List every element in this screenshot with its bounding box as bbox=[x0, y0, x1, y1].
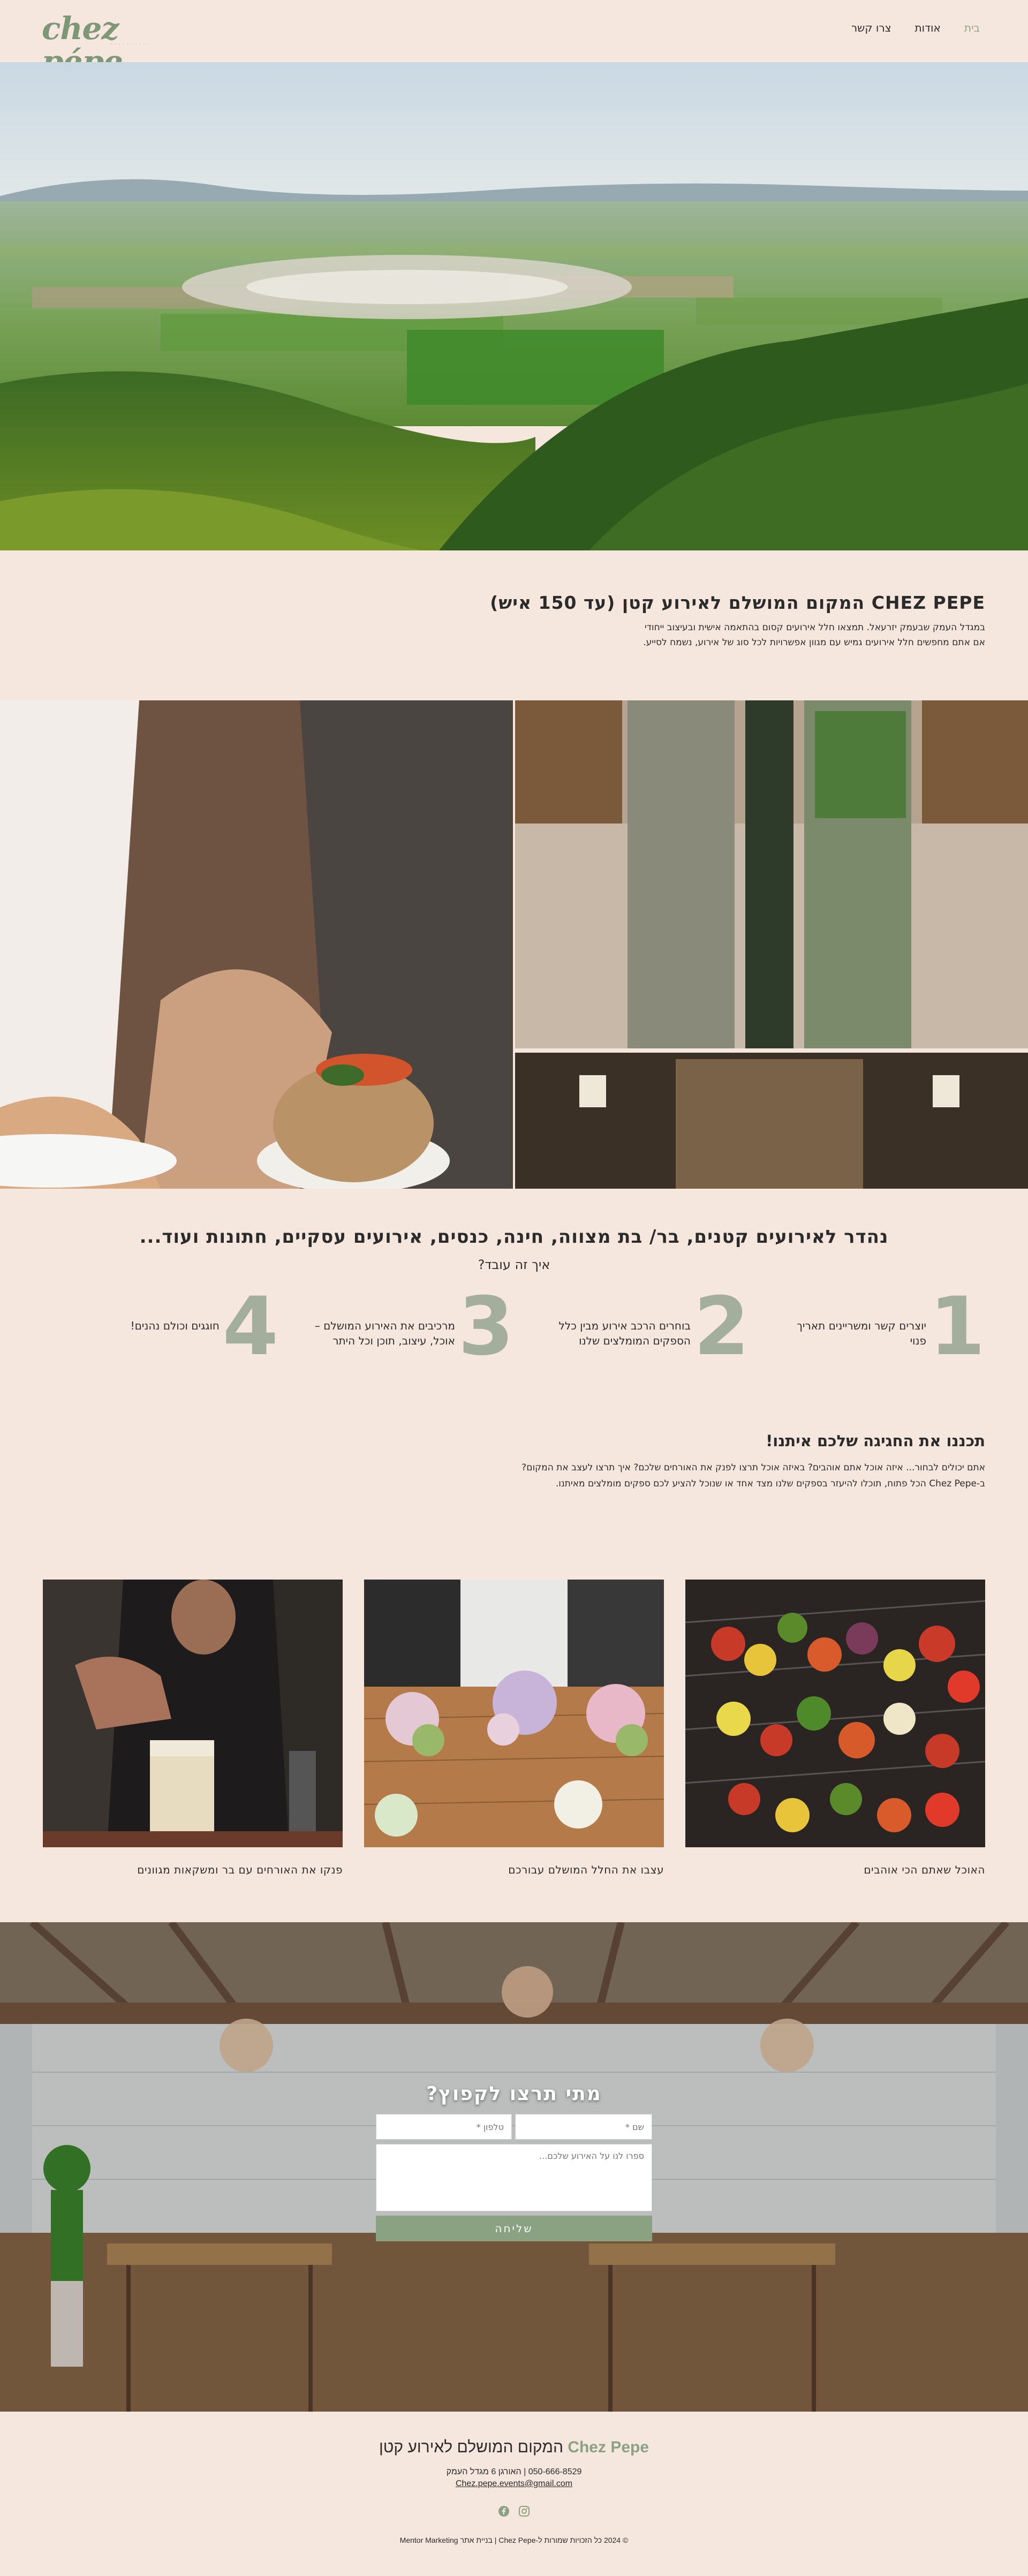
contact-title: מתי תרצו לקפוץ? bbox=[426, 2083, 602, 2105]
process-step-4: 4 חוגגים וכולם נהנים! bbox=[54, 1280, 278, 1373]
gallery-section bbox=[0, 700, 1028, 1189]
card-food: האוכל שאתם הכי אוהבים bbox=[685, 1580, 985, 1876]
process-step-1: 1 יוצרים קשר ומשריינים תאריך פנוי bbox=[760, 1280, 985, 1373]
message-textarea[interactable] bbox=[376, 2144, 652, 2211]
step-number: 3 bbox=[458, 1280, 514, 1373]
phone-input[interactable] bbox=[376, 2114, 512, 2140]
social-links bbox=[0, 2505, 1028, 2518]
process-section: נהדר לאירועים קטנים, בר/ בת מצווה, חינה,… bbox=[0, 1189, 1028, 1414]
main-nav: בית אודות צרו קשר bbox=[851, 21, 980, 34]
step-number: 4 bbox=[222, 1280, 278, 1373]
nav-contact[interactable]: צרו קשר bbox=[851, 21, 891, 34]
process-subtitle: איך זה עובד? bbox=[478, 1257, 550, 1272]
nav-about[interactable]: אודות bbox=[914, 21, 940, 34]
step-number: 1 bbox=[929, 1280, 985, 1373]
plan-text: אתם יכולים לבחור... איזה אוכל אתם אוהבים… bbox=[521, 1460, 985, 1492]
intro-title: CHEZ PEPE המקום המושלם לאירוע קטן (עד 15… bbox=[490, 592, 985, 613]
hero-landscape-image bbox=[0, 62, 1028, 550]
footer-title: Chez Pepe המקום המושלם לאירוע קטן bbox=[0, 2438, 1028, 2457]
process-step-3: 3 מרכיבים את האירוע המושלם – אוכל, עיצוב… bbox=[289, 1280, 514, 1373]
card-caption: עצבו את החלל המושלם עבורכם bbox=[508, 1863, 664, 1876]
site-logo[interactable]: chez pépe · · · · · · · · · · bbox=[42, 12, 165, 78]
venue-doors-image bbox=[515, 700, 1028, 1189]
card-caption: האוכל שאתם הכי אוהבים bbox=[864, 1863, 985, 1876]
card-design: עצבו את החלל המושלם עבורכם bbox=[364, 1580, 664, 1876]
card-bar: פנקו את האורחים עם בר ומשקאות מגוונים bbox=[43, 1580, 343, 1876]
footer-address: 050-666-8529 | האורגן 6 מגדל העמק bbox=[446, 2467, 582, 2476]
site-header: chez pépe · · · · · · · · · · בית אודות … bbox=[0, 0, 1028, 78]
step-text: יוצרים קשר ומשריינים תאריך פנוי bbox=[797, 1319, 926, 1347]
intro-line-1: במגדל העמק שבעמק יזרעאל. תמצאו חלל אירוע… bbox=[644, 622, 985, 633]
intro-text: במגדל העמק שבעמק יזרעאל. תמצאו חלל אירוע… bbox=[643, 620, 985, 650]
card-caption: פנקו את האורחים עם בר ומשקאות מגוונים bbox=[137, 1863, 343, 1876]
intro-section: CHEZ PEPE המקום המושלם לאירוע קטן (עד 15… bbox=[0, 550, 1028, 700]
facebook-icon[interactable] bbox=[497, 2505, 510, 2518]
step-text: חוגגים וכולם נהנים! bbox=[130, 1319, 220, 1332]
plan-line-1: אתם יכולים לבחור... איזה אוכל אתם אוהבים… bbox=[521, 1462, 985, 1473]
contact-section: מתי תרצו לקפוץ? שליחה bbox=[0, 1922, 1028, 2412]
step-text: בוחרים הרכב אירוע מבין כלל הספקים המומלצ… bbox=[558, 1319, 691, 1347]
site-footer: Chez Pepe המקום המושלם לאירוע קטן 050-66… bbox=[0, 2412, 1028, 2576]
chef-plating-image bbox=[0, 700, 513, 1189]
bartender-image bbox=[43, 1580, 343, 1847]
services-cards: האוכל שאתם הכי אוהבים עצבו את החלל המושל… bbox=[0, 1580, 1028, 1922]
flower-arrangement-image bbox=[364, 1580, 664, 1847]
logo-subtitle: · · · · · · · · · · bbox=[110, 42, 150, 47]
grill-skewers-image bbox=[685, 1580, 985, 1847]
plan-line-2: ב-Chez Pepe הכל פתוח, תוכלו להיעזר בספקי… bbox=[555, 1478, 985, 1489]
plan-section: תכננו את החגיגה שלכם איתנו! אתם יכולים ל… bbox=[0, 1414, 1028, 1574]
name-input[interactable] bbox=[515, 2114, 652, 2140]
instagram-icon[interactable] bbox=[518, 2505, 531, 2518]
step-text: מרכיבים את האירוע המושלם – אוכל, עיצוב, … bbox=[314, 1319, 455, 1347]
footer-email-link[interactable]: Chez.pepe.events@gmail.com bbox=[0, 2479, 1028, 2489]
footer-copyright: © 2024 כל הזכויות שמורות ל-Chez Pepe | ב… bbox=[399, 2536, 629, 2544]
intro-line-2: אם אתם מחפשים חלל אירועים גמיש עם מגוון … bbox=[643, 637, 985, 648]
process-step-2: 2 בוחרים הרכב אירוע מבין כלל הספקים המומ… bbox=[525, 1280, 750, 1373]
step-number: 2 bbox=[693, 1280, 750, 1373]
send-button[interactable]: שליחה bbox=[376, 2216, 652, 2241]
footer-tagline: המקום המושלם לאירוע קטן bbox=[379, 2438, 563, 2456]
footer-brand: Chez Pepe bbox=[568, 2438, 649, 2456]
nav-home[interactable]: בית bbox=[964, 21, 980, 34]
process-title: נהדר לאירועים קטנים, בר/ בת מצווה, חינה,… bbox=[139, 1226, 889, 1248]
plan-title: תכננו את החגיגה שלכם איתנו! bbox=[766, 1432, 985, 1450]
